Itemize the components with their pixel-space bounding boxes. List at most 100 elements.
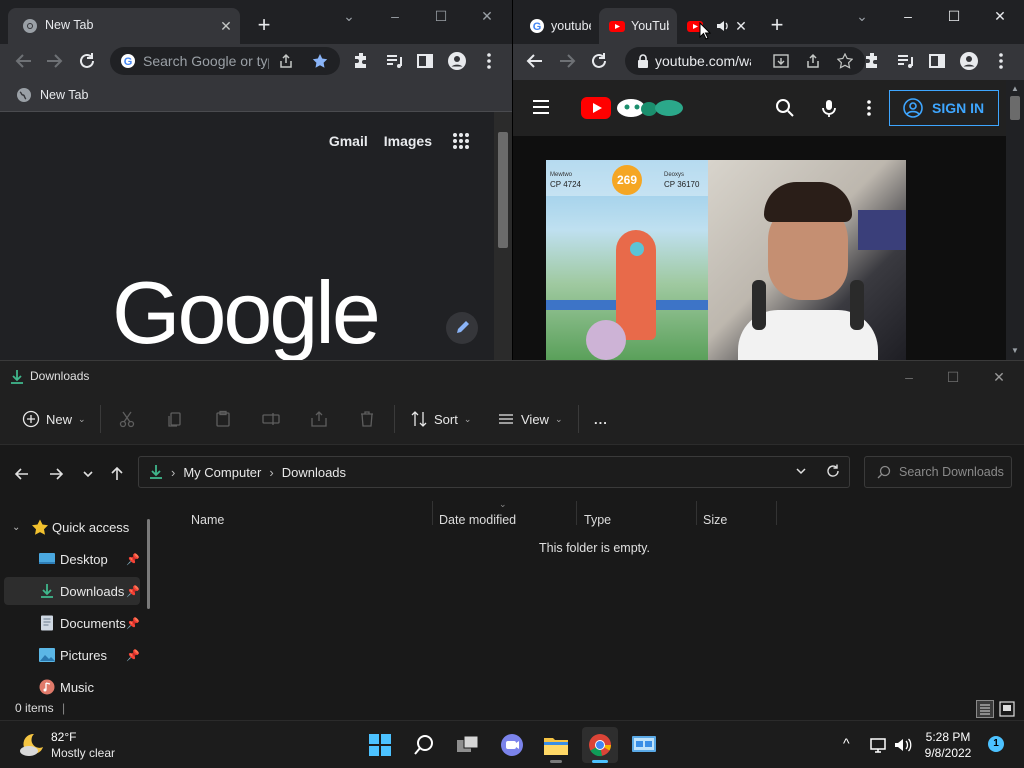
- recent-locations-chevron-icon[interactable]: [78, 464, 98, 484]
- maximize-button[interactable]: ☐: [938, 367, 968, 387]
- network-icon[interactable]: [869, 735, 889, 755]
- side-panel-icon[interactable]: [925, 49, 949, 73]
- copy-button[interactable]: [166, 407, 184, 431]
- sign-in-button[interactable]: SIGN IN: [889, 90, 999, 126]
- side-panel-icon[interactable]: [413, 49, 437, 73]
- youtube-logo[interactable]: [581, 96, 685, 120]
- share-button[interactable]: [310, 407, 328, 431]
- close-tab-icon[interactable]: ✕: [733, 18, 749, 34]
- install-app-icon[interactable]: [773, 53, 789, 69]
- new-tab-button[interactable]: +: [252, 14, 276, 38]
- extensions-icon[interactable]: [350, 49, 374, 73]
- share-icon[interactable]: [805, 53, 821, 69]
- pin-icon[interactable]: 📌: [126, 585, 140, 598]
- gmail-link[interactable]: Gmail: [329, 133, 368, 149]
- scroll-up-arrow-icon[interactable]: ▲: [1011, 84, 1019, 93]
- reload-icon[interactable]: [75, 49, 99, 73]
- rename-button[interactable]: [262, 407, 280, 431]
- up-arrow-icon[interactable]: [107, 464, 127, 484]
- share-icon[interactable]: [278, 53, 294, 69]
- notification-badge[interactable]: 1: [988, 736, 1004, 752]
- file-explorer-taskbar-icon[interactable]: [538, 727, 574, 763]
- apps-grid-icon[interactable]: [452, 132, 470, 150]
- new-button[interactable]: New ⌄: [22, 407, 86, 431]
- sidebar-item-documents[interactable]: Documents 📌: [4, 609, 140, 637]
- breadcrumb-downloads[interactable]: Downloads: [282, 465, 346, 480]
- video-player[interactable]: Mewtwo CP 4724 Deoxys CP 36170 269: [546, 160, 906, 360]
- omnibox[interactable]: G Search Google or type a URL: [110, 47, 340, 75]
- large-icons-view-icon[interactable]: [998, 700, 1016, 718]
- view-button[interactable]: View ⌄: [497, 407, 563, 431]
- sort-button[interactable]: Sort ⌄: [410, 407, 471, 431]
- close-tab-icon[interactable]: ✕: [218, 18, 234, 34]
- profile-avatar-icon[interactable]: [957, 49, 981, 73]
- pin-icon[interactable]: 📌: [126, 649, 140, 662]
- media-controls-icon[interactable]: [893, 49, 917, 73]
- profile-avatar-icon[interactable]: [445, 49, 469, 73]
- column-divider[interactable]: [696, 501, 697, 525]
- search-downloads-input[interactable]: Search Downloads: [864, 456, 1012, 488]
- reload-icon[interactable]: [587, 49, 611, 73]
- task-view-icon[interactable]: [450, 727, 486, 763]
- forward-arrow-icon[interactable]: [46, 464, 66, 484]
- bookmark-star-icon[interactable]: [837, 53, 853, 69]
- back-arrow-icon[interactable]: [12, 464, 32, 484]
- address-dropdown-icon[interactable]: [793, 463, 809, 479]
- column-divider[interactable]: [432, 501, 433, 525]
- sidebar-item-desktop[interactable]: Desktop 📌: [4, 545, 140, 573]
- show-hidden-icons-chevron-icon[interactable]: ^: [843, 735, 850, 751]
- maximize-button[interactable]: ☐: [939, 6, 969, 26]
- sidebar-item-pictures[interactable]: Pictures 📌: [4, 641, 140, 669]
- minimize-button[interactable]: –: [380, 6, 410, 26]
- minimize-button[interactable]: –: [894, 367, 924, 387]
- column-header-name[interactable]: Name: [191, 513, 224, 533]
- chrome-menu-icon[interactable]: [989, 49, 1013, 73]
- chrome-menu-icon[interactable]: [477, 49, 501, 73]
- sidebar-item-downloads[interactable]: Downloads 📌: [4, 577, 140, 605]
- sidebar-item-quick-access[interactable]: ⌄ Quick access: [4, 513, 140, 541]
- more-options-button[interactable]: ...: [594, 407, 608, 431]
- lock-icon[interactable]: [635, 53, 651, 69]
- breadcrumb-my-computer[interactable]: My Computer: [183, 465, 261, 480]
- maximize-button[interactable]: ☐: [426, 6, 456, 26]
- tab-youtube-1[interactable]: G youtube.com: [519, 8, 599, 44]
- taskbar-search-icon[interactable]: [406, 727, 442, 763]
- page-scrollbar[interactable]: [494, 112, 512, 360]
- tab-new-tab[interactable]: New Tab ✕: [8, 8, 240, 44]
- page-scrollbar[interactable]: ▲ ▼: [1006, 80, 1024, 360]
- omnibox[interactable]: youtube.com/watch: [625, 47, 865, 75]
- bookmark-star-icon[interactable]: [312, 53, 328, 69]
- column-header-type[interactable]: Type: [584, 513, 611, 533]
- media-controls-icon[interactable]: [382, 49, 406, 73]
- address-bar[interactable]: › My Computer › Downloads: [138, 456, 850, 488]
- paste-button[interactable]: [214, 407, 232, 431]
- details-view-icon[interactable]: [976, 700, 994, 718]
- new-tab-button[interactable]: +: [765, 14, 789, 38]
- column-header-date-modified[interactable]: Date modified: [439, 513, 516, 533]
- back-icon[interactable]: [12, 49, 36, 73]
- back-icon[interactable]: [523, 49, 547, 73]
- delete-button[interactable]: [358, 407, 376, 431]
- column-divider[interactable]: [576, 501, 577, 525]
- minimize-button[interactable]: –: [893, 6, 923, 26]
- pin-icon[interactable]: 📌: [126, 617, 140, 630]
- control-panel-taskbar-icon[interactable]: [626, 727, 662, 763]
- tab-search-icon[interactable]: ⌄: [847, 6, 877, 26]
- refresh-icon[interactable]: [825, 463, 841, 479]
- close-window-button[interactable]: ✕: [472, 6, 502, 26]
- forward-icon[interactable]: [42, 49, 66, 73]
- pin-icon[interactable]: 📌: [126, 553, 140, 566]
- search-icon[interactable]: [775, 98, 795, 118]
- more-options-icon[interactable]: [859, 98, 879, 118]
- close-window-button[interactable]: ✕: [984, 367, 1014, 387]
- tab-youtube-3-playing[interactable]: ✕: [677, 8, 757, 44]
- teams-chat-icon[interactable]: [494, 727, 530, 763]
- audio-playing-icon[interactable]: [715, 18, 731, 34]
- clock[interactable]: 5:28 PM 9/8/2022: [908, 729, 988, 761]
- images-link[interactable]: Images: [384, 133, 432, 149]
- cut-button[interactable]: [118, 407, 136, 431]
- scrollbar-thumb[interactable]: [498, 132, 508, 248]
- column-header-size[interactable]: Size: [703, 513, 727, 533]
- chrome-taskbar-icon[interactable]: [582, 727, 618, 763]
- chevron-down-icon[interactable]: ⌄: [12, 522, 20, 533]
